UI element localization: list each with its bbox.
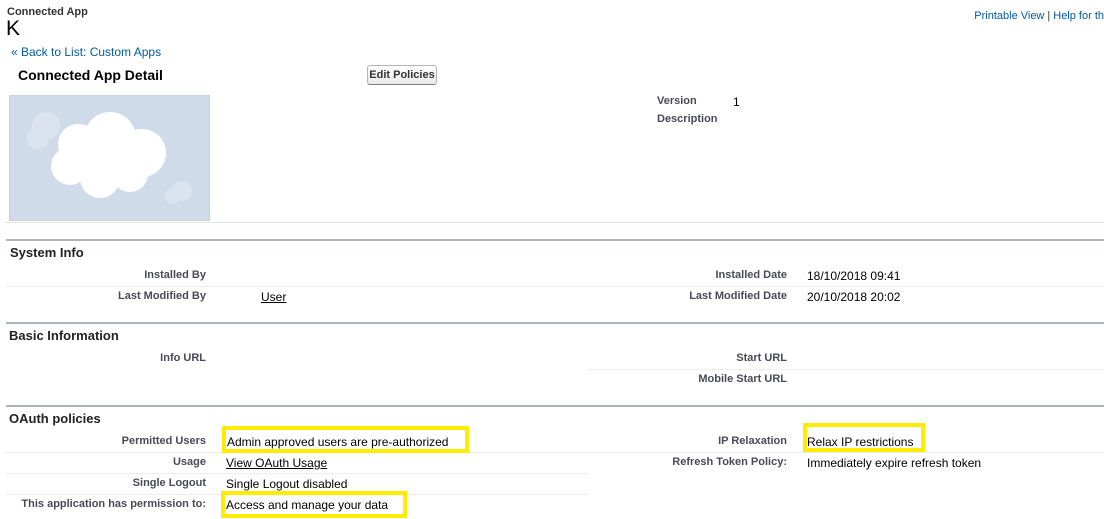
usage-label: Usage	[172, 456, 206, 468]
row-divider	[588, 369, 1104, 370]
start-url-label: Start URL	[736, 352, 787, 364]
section-rule	[6, 322, 1104, 324]
highlight-permitted-users	[222, 426, 469, 453]
description-label: Description	[657, 113, 718, 125]
top-links: Printable View | Help for th	[974, 10, 1104, 22]
single-logout-value: Single Logout disabled	[226, 477, 348, 491]
highlight-ip-relaxation	[803, 423, 925, 452]
last-modified-by-user-link[interactable]: User	[261, 290, 286, 304]
installed-date-value: 18/10/2018 09:41	[807, 269, 901, 283]
mobile-start-url-label: Mobile Start URL	[698, 373, 787, 385]
basic-info-title: Basic Information	[9, 328, 119, 343]
cloud-icon	[27, 112, 192, 204]
last-modified-by-label: Last Modified By	[117, 290, 206, 302]
section-rule	[6, 239, 1104, 241]
permission-label: This application has permission to:	[21, 498, 206, 510]
back-to-list-link[interactable]: « Back to List: Custom Apps	[11, 45, 161, 59]
single-logout-label: Single Logout	[132, 477, 206, 489]
help-link[interactable]: Help for th	[1053, 10, 1104, 22]
installed-date-label: Installed Date	[715, 269, 787, 281]
ip-relaxation-label: IP Relaxation	[718, 435, 787, 447]
link-separator: |	[1047, 10, 1051, 22]
section-rule	[6, 405, 1104, 407]
view-oauth-usage-link[interactable]: View OAuth Usage	[226, 456, 327, 470]
edit-policies-button[interactable]: Edit Policies	[367, 65, 437, 85]
refresh-token-policy-label: Refresh Token Policy:	[672, 456, 787, 468]
page-title: K	[6, 17, 21, 40]
version-label: Version	[657, 95, 697, 107]
last-modified-date-label: Last Modified Date	[689, 290, 787, 302]
row-divider	[6, 452, 1104, 453]
row-divider	[6, 286, 1104, 287]
oauth-policies-title: OAuth policies	[9, 411, 101, 426]
permitted-users-label: Permitted Users	[121, 435, 206, 447]
divider	[6, 222, 1104, 223]
detail-title: Connected App Detail	[18, 67, 163, 83]
row-divider	[6, 473, 588, 474]
refresh-token-policy-value: Immediately expire refresh token	[807, 456, 982, 470]
printable-view-link[interactable]: Printable View	[974, 10, 1044, 22]
system-info-title: System Info	[10, 245, 84, 260]
installed-by-label: Installed By	[144, 269, 206, 281]
version-value: 1	[733, 95, 740, 109]
highlight-permission	[221, 491, 407, 518]
info-url-label: Info URL	[160, 352, 206, 364]
last-modified-date-value: 20/10/2018 20:02	[807, 290, 901, 304]
app-logo	[9, 95, 210, 221]
